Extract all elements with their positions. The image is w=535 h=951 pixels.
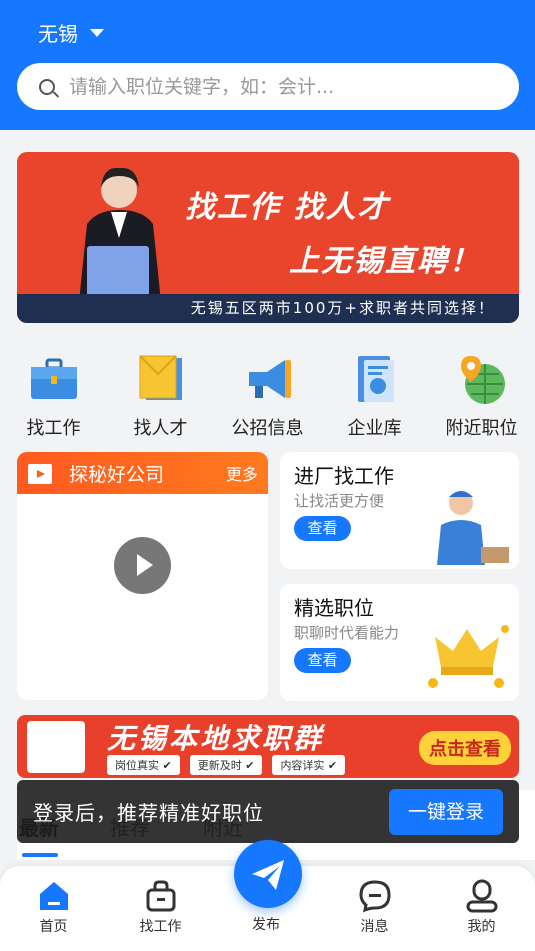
nav-home[interactable]: 首页 [0, 866, 107, 951]
nav-messages[interactable]: 消息 [321, 866, 428, 951]
globe-pin-icon [460, 356, 505, 404]
more-link[interactable]: 更多 [226, 461, 258, 485]
category-label: 公招信息 [231, 418, 304, 439]
video-clip-icon [28, 464, 52, 484]
card-title: 精选职位 [294, 596, 374, 620]
home-icon [39, 882, 68, 910]
top-header: 无锡 [0, 0, 535, 130]
nav-label: 发布 [252, 917, 280, 933]
document-icon [357, 356, 394, 402]
nav-label: 我的 [467, 919, 496, 935]
category-grid: 找工作 找人才 公招信息 企业库 附近职位 [0, 340, 535, 450]
promo-title: 无锡本地求职群 [107, 722, 325, 755]
city-label: 无锡 [38, 22, 78, 46]
caret-down-icon [90, 28, 104, 37]
nav-label: 找工作 [139, 919, 182, 935]
selected-jobs-card[interactable]: 精选职位 职聊时代看能力 查看 [280, 584, 519, 701]
search-input[interactable] [69, 75, 489, 98]
hero-banner[interactable]: 找工作 找人才 上无锡直聘！ 无锡五区两市100万+求职者共同选择！ [17, 152, 519, 323]
active-tab-indicator [22, 853, 58, 857]
category-find-job[interactable]: 找工作 [4, 340, 104, 450]
card-subtitle: 职聊时代看能力 [294, 624, 400, 642]
category-label: 找人才 [133, 418, 188, 439]
chat-icon [358, 880, 391, 913]
bag-icon [146, 880, 175, 912]
city-selector[interactable]: 无锡 [38, 18, 104, 47]
banner-subheadline: 上无锡直聘！ [289, 244, 481, 279]
banner-headline: 找工作 找人才 [185, 190, 390, 225]
promo-banner[interactable]: 无锡本地求职群 岗位真实 ✔ 更新及时 ✔ 内容详实 ✔ 点击查看 [17, 715, 519, 778]
category-label: 找工作 [26, 418, 81, 439]
category-public-recruit[interactable]: 公招信息 [218, 340, 318, 450]
paper-plane-icon [252, 860, 284, 890]
nav-label: 首页 [39, 919, 68, 935]
category-find-talent[interactable]: 找人才 [111, 340, 211, 450]
nav-label: 消息 [360, 919, 389, 935]
promo-tag: 更新及时 ✔ [189, 755, 263, 775]
briefcase-icon [30, 358, 77, 399]
promo-cta-button[interactable]: 点击查看 [419, 731, 511, 765]
promo-tags: 岗位真实 ✔ 更新及时 ✔ 内容详实 ✔ [107, 755, 346, 775]
megaphone-icon [248, 360, 291, 398]
view-button[interactable]: 查看 [294, 516, 351, 541]
worker-illustration [437, 491, 509, 565]
search-icon [39, 78, 55, 95]
card-subtitle: 让找活更方便 [294, 492, 385, 510]
factory-job-card[interactable]: 进厂找工作 让找活更方便 查看 [280, 452, 519, 569]
explore-title: 探秘好公司 [69, 463, 165, 486]
folder-icon [138, 355, 182, 400]
explore-company-card[interactable]: 探秘好公司 更多 [17, 452, 268, 700]
one-click-login-button[interactable]: 一键登录 [389, 788, 503, 835]
category-label: 企业库 [347, 418, 402, 439]
card-title: 进厂找工作 [294, 464, 394, 488]
promo-tag: 内容详实 ✔ [272, 755, 346, 775]
banner-strip-text: 无锡五区两市100万+求职者共同选择！ [190, 299, 495, 317]
search-bar[interactable] [17, 63, 519, 110]
publish-button[interactable] [234, 840, 302, 908]
nav-find-job[interactable]: 找工作 [107, 866, 214, 951]
promo-tag: 岗位真实 ✔ [107, 755, 180, 775]
category-nearby-jobs[interactable]: 附近职位 [432, 340, 532, 450]
explore-header: 探秘好公司 更多 [17, 452, 268, 494]
category-label: 附近职位 [445, 418, 518, 439]
view-button[interactable]: 查看 [294, 648, 351, 673]
login-toast: 登录后，推荐精准好职位 一键登录 [17, 780, 519, 843]
play-icon[interactable] [114, 537, 171, 594]
user-icon [466, 879, 497, 913]
woman-illustration [79, 167, 161, 302]
nav-me[interactable]: 我的 [428, 866, 535, 951]
group-thumbnail [27, 721, 85, 773]
toast-message: 登录后，推荐精准好职位 [33, 801, 264, 825]
crown-coins-illustration [428, 625, 509, 688]
category-company-db[interactable]: 企业库 [325, 340, 425, 450]
